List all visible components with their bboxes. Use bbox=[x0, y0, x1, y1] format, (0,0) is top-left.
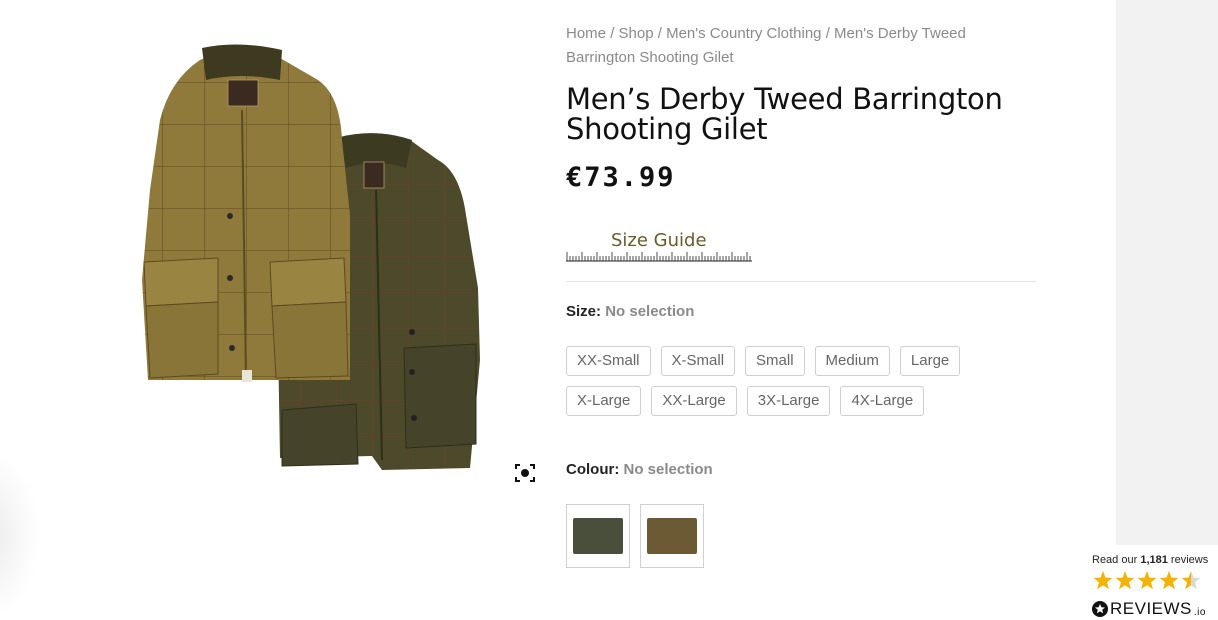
zoom-focus-icon bbox=[515, 464, 535, 482]
breadcrumb-home[interactable]: Home bbox=[566, 25, 606, 42]
colour-chip-brown bbox=[647, 518, 697, 554]
size-option-xx-small[interactable]: XX-Small bbox=[566, 346, 651, 376]
size-swatch-row: X-Large XX-Large 3X-Large 4X-Large bbox=[566, 386, 1036, 416]
size-option-4x-large[interactable]: 4X-Large bbox=[840, 386, 925, 416]
colour-swatches bbox=[566, 504, 704, 568]
size-guide-link[interactable]: Size Guide bbox=[566, 228, 752, 264]
reviews-read-text: Read our 1,181 reviews bbox=[1092, 554, 1208, 566]
breadcrumb-separator: / bbox=[825, 25, 830, 42]
colour-selection: No selection bbox=[623, 461, 713, 478]
right-gutter bbox=[1116, 0, 1218, 545]
reviews-io-logo: REVIEWS .io bbox=[1092, 599, 1206, 619]
size-option-3x-large[interactable]: 3X-Large bbox=[746, 386, 831, 416]
colour-option-green[interactable] bbox=[566, 504, 630, 568]
star-icon bbox=[1137, 571, 1157, 590]
breadcrumb-separator: / bbox=[610, 25, 615, 42]
colour-label: Colour: bbox=[566, 461, 620, 478]
colour-chip-green bbox=[573, 518, 623, 554]
product-title: Men’s Derby Tweed Barrington Shooting Gi… bbox=[566, 82, 1003, 146]
reviews-badge[interactable]: Read our 1,181 reviews REVIEWS .io bbox=[1090, 552, 1218, 620]
size-attribute-label: Size: No selection bbox=[566, 303, 694, 320]
size-option-xx-large[interactable]: XX-Large bbox=[651, 386, 737, 416]
breadcrumb-separator: / bbox=[657, 25, 662, 42]
breadcrumb: Home / Shop / Men's Country Clothing / M… bbox=[566, 22, 1036, 70]
size-option-x-large[interactable]: X-Large bbox=[566, 386, 642, 416]
colour-attribute-label: Colour: No selection bbox=[566, 461, 713, 478]
reviews-brand: REVIEWS bbox=[1110, 599, 1192, 618]
size-option-large[interactable]: Large bbox=[899, 346, 961, 376]
size-option-small[interactable]: Small bbox=[745, 346, 805, 376]
reviews-count: 1,181 bbox=[1140, 554, 1168, 566]
size-label: Size: bbox=[566, 303, 602, 320]
star-icon bbox=[1159, 571, 1179, 590]
divider bbox=[566, 281, 1036, 282]
size-guide-label: Size Guide bbox=[611, 230, 707, 251]
reviews-brand-suffix: .io bbox=[1193, 606, 1206, 618]
breadcrumb-shop[interactable]: Shop bbox=[619, 25, 654, 42]
reviews-suffix: reviews bbox=[1170, 554, 1209, 566]
product-image[interactable] bbox=[120, 40, 500, 480]
green-gilet-image bbox=[142, 44, 480, 470]
size-option-x-small[interactable]: X-Small bbox=[660, 346, 736, 376]
breadcrumb-category[interactable]: Men's Country Clothing bbox=[666, 25, 821, 42]
product-summary: Home / Shop / Men's Country Clothing / M… bbox=[566, 22, 1036, 568]
ruler-icon bbox=[566, 252, 752, 262]
left-edge-shadow bbox=[0, 450, 40, 620]
star-circle-icon bbox=[1092, 601, 1108, 617]
size-swatches: XX-Small X-Small Small Medium Large X-La… bbox=[566, 346, 1036, 426]
size-selection: No selection bbox=[605, 303, 695, 320]
zoom-button[interactable] bbox=[513, 462, 537, 484]
reviews-prefix: Read our bbox=[1092, 554, 1138, 566]
size-option-medium[interactable]: Medium bbox=[814, 346, 890, 376]
colour-option-brown[interactable] bbox=[640, 504, 704, 568]
star-icon bbox=[1115, 571, 1135, 590]
star-icon bbox=[1181, 571, 1201, 590]
rating-stars bbox=[1093, 571, 1201, 590]
size-swatch-row: XX-Small X-Small Small Medium Large bbox=[566, 346, 1036, 376]
product-price: €73.99 bbox=[566, 162, 676, 193]
star-icon bbox=[1093, 571, 1113, 590]
